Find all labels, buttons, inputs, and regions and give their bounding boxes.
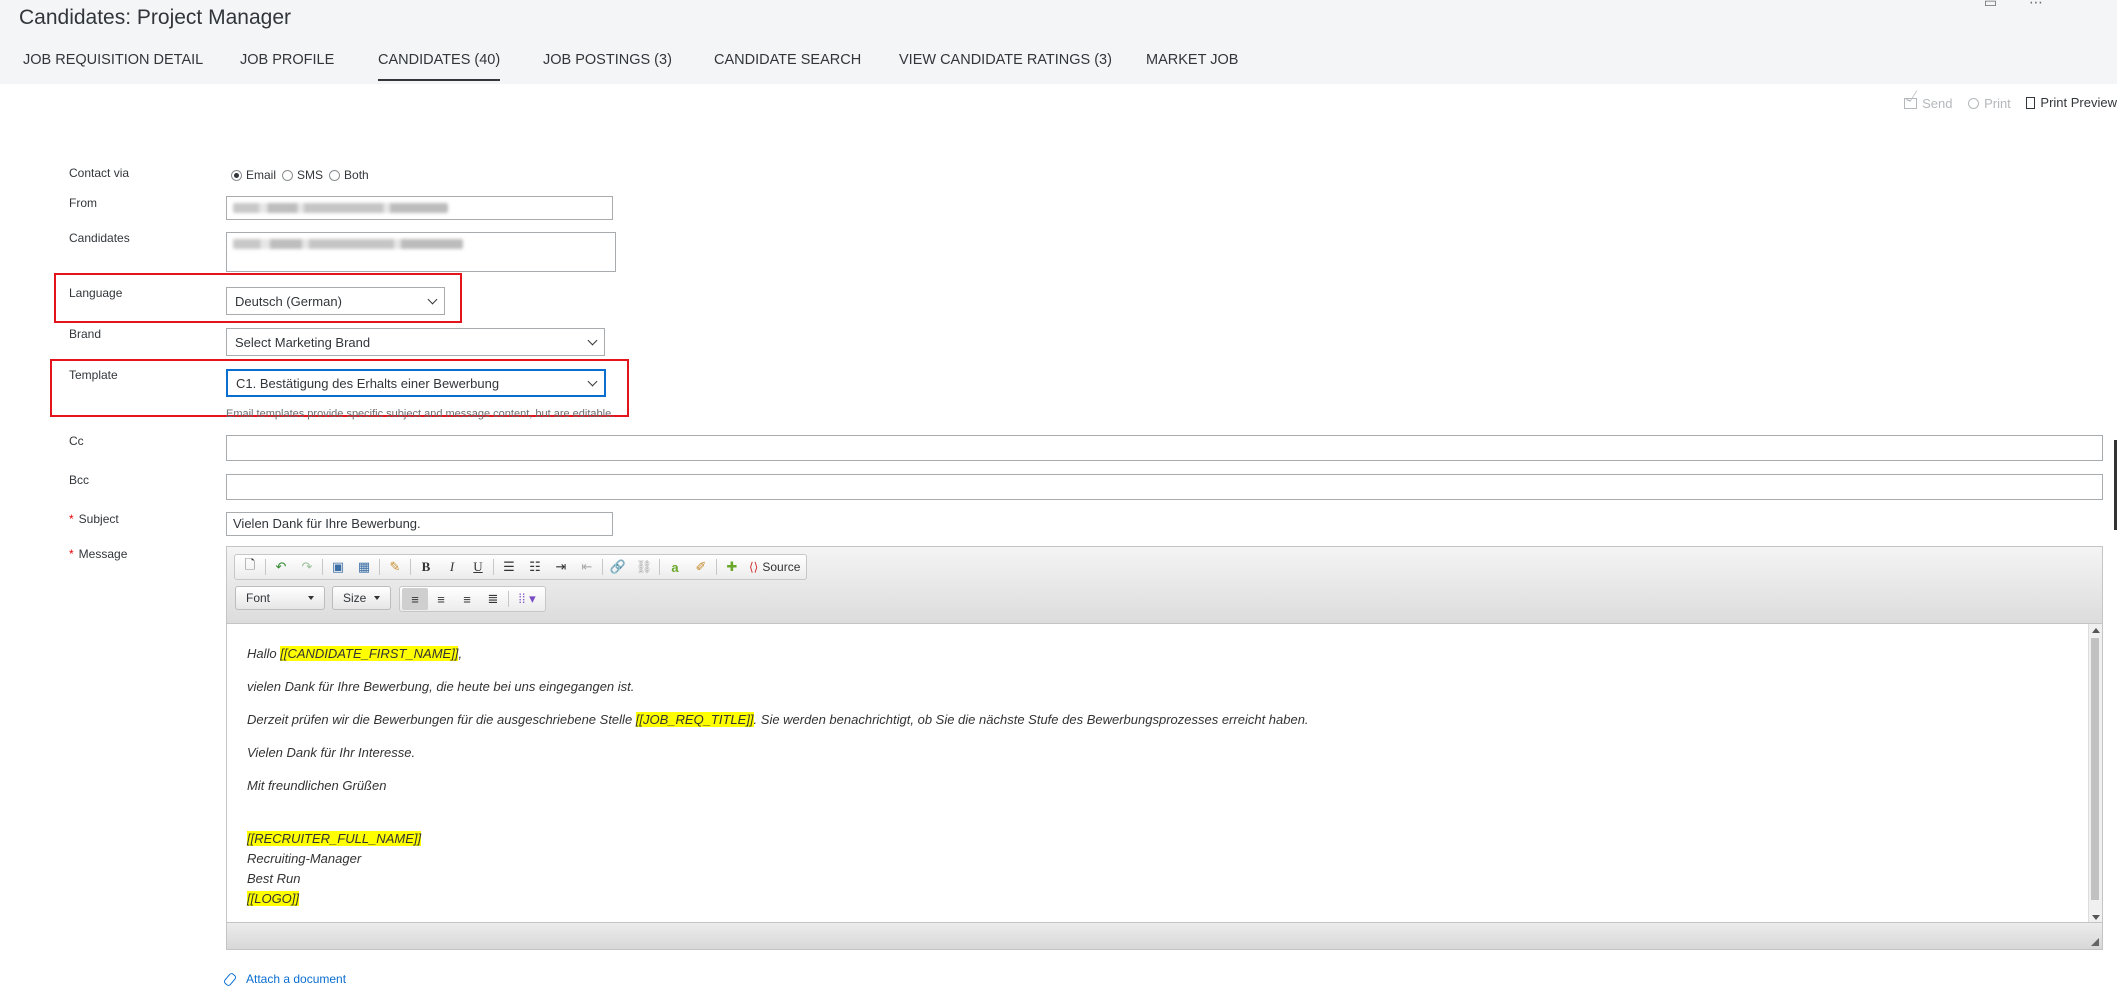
numbered-list-icon[interactable]: ☰ [496, 556, 522, 578]
link-icon[interactable]: 🔗 [605, 556, 631, 578]
radio-sms[interactable] [282, 169, 294, 181]
bulleted-list-icon[interactable]: ☷ [522, 556, 548, 578]
outdent-icon[interactable]: ⇤ [574, 556, 600, 578]
attach-document-link[interactable]: Attach a document [222, 971, 346, 987]
tab-view-candidate-ratings[interactable]: VIEW CANDIDATE RATINGS (3) [899, 52, 1112, 68]
required-marker: * [69, 512, 74, 526]
editor-scrollbar[interactable] [2088, 624, 2102, 924]
body-role: Recruiting-Manager [247, 851, 362, 866]
undo-icon[interactable]: ↶ [268, 556, 294, 578]
cc-label: Cc [69, 434, 84, 448]
print-icon [1968, 97, 1980, 109]
chevron-down-icon [587, 376, 598, 386]
bold-icon[interactable]: B [413, 556, 439, 578]
tab-job-requisition-detail[interactable]: JOB REQUISITION DETAIL [23, 52, 203, 68]
paperclip-icon [222, 971, 238, 987]
brand-label: Brand [69, 327, 102, 341]
header-icons[interactable]: ▭ ⋯ [1984, 0, 2057, 11]
send-button[interactable]: Send [1904, 96, 1952, 111]
source-icon: ⟨⟩ [749, 560, 759, 574]
more-options-icon[interactable]: ⁞⁞ ▾ [511, 588, 543, 610]
candidates-field[interactable] [226, 232, 616, 272]
underline-icon[interactable]: U [465, 556, 491, 578]
editor-toolbar: 🗋 ↶ ↷ ▣ ▦ ✎ B I U ☰ ☷ ⇥ ⇤ 🔗 ⛓ a ✐ ✚ ⟨⟩ S… [227, 547, 2102, 624]
message-label: * Message [69, 547, 128, 561]
align-left-icon[interactable]: ≡ [402, 588, 428, 610]
print-preview-button[interactable]: Print Preview [2026, 95, 2117, 110]
token-candidate-first-name: [[CANDIDATE_FIRST_NAME]] [280, 646, 459, 661]
toolbar-row-2: ≡ ≡ ≡ ≣ ⁞⁞ ▾ [399, 586, 546, 612]
from-field[interactable] [226, 196, 613, 220]
envelope-icon [1904, 97, 1918, 109]
redacted-text [233, 239, 463, 249]
toolbar-row-1: 🗋 ↶ ↷ ▣ ▦ ✎ B I U ☰ ☷ ⇥ ⇤ 🔗 ⛓ a ✐ ✚ ⟨⟩ S… [234, 554, 808, 580]
tab-job-profile[interactable]: JOB PROFILE [240, 52, 334, 68]
body-line-4: Mit freundlichen Grüßen [247, 778, 387, 793]
editor-statusbar [227, 922, 2102, 949]
language-select[interactable]: Deutsch (German) [226, 287, 445, 315]
redo-icon[interactable]: ↷ [294, 556, 320, 578]
scroll-down-icon[interactable] [2092, 915, 2100, 920]
spellcheck-icon[interactable]: ✎ [382, 556, 408, 578]
resize-handle-icon[interactable] [2091, 938, 2099, 946]
token-recruiter-full-name: [[RECRUITER_FULL_NAME]] [247, 831, 422, 846]
print-preview-icon [2026, 96, 2036, 109]
insert-token-icon[interactable]: ✚ [719, 556, 745, 578]
dropdown-arrow-icon [374, 596, 380, 600]
brand-select[interactable]: Select Marketing Brand [226, 328, 605, 356]
from-label: From [69, 196, 97, 210]
print-button[interactable]: Print [1968, 96, 2011, 111]
dropdown-arrow-icon [308, 596, 314, 600]
body-line-2: Derzeit prüfen wir die Bewerbungen für d… [247, 712, 1309, 727]
message-editor: 🗋 ↶ ↷ ▣ ▦ ✎ B I U ☰ ☷ ⇥ ⇤ 🔗 ⛓ a ✐ ✚ ⟨⟩ S… [226, 546, 2103, 950]
token-job-req-title: [[JOB_REQ_TITLE]] [635, 712, 754, 727]
chevron-down-icon [427, 294, 438, 304]
scroll-thumb[interactable] [2091, 638, 2099, 900]
scroll-up-icon[interactable] [2092, 628, 2100, 633]
subject-field[interactable]: Vielen Dank für Ihre Bewerbung. [226, 512, 613, 536]
text-color-icon[interactable]: a [662, 556, 688, 578]
body-line-3: Vielen Dank für Ihr Interesse. [247, 745, 416, 760]
required-marker: * [69, 547, 74, 561]
action-bar: Send Print Print Preview [1892, 95, 2117, 112]
radio-email[interactable] [231, 169, 242, 181]
font-combo[interactable]: Font [235, 586, 325, 610]
source-button[interactable]: ⟨⟩ Source [745, 556, 804, 578]
size-combo[interactable]: Size [332, 586, 391, 610]
italic-icon[interactable]: I [439, 556, 465, 578]
body-line-1: vielen Dank für Ihre Bewerbung, die heut… [247, 679, 635, 694]
cc-field[interactable] [226, 435, 2103, 461]
justify-icon[interactable]: ≣ [480, 588, 506, 610]
new-page-icon[interactable]: 🗋 [237, 556, 263, 578]
contact-via-radio-group: Email SMS Both [231, 168, 375, 182]
unlink-icon[interactable]: ⛓ [631, 556, 657, 578]
subject-label: * Subject [69, 512, 119, 526]
tab-market-job[interactable]: MARKET JOB [1146, 52, 1238, 68]
token-logo: [[LOGO]] [247, 891, 300, 906]
radio-both[interactable] [329, 169, 341, 181]
body-company: Best Run [247, 871, 301, 886]
align-right-icon[interactable]: ≡ [454, 588, 480, 610]
bcc-label: Bcc [69, 473, 90, 487]
table-icon[interactable]: ▦ [351, 556, 377, 578]
indent-icon[interactable]: ⇥ [548, 556, 574, 578]
body-greeting: Hallo [[CANDIDATE_FIRST_NAME]], [247, 646, 463, 661]
candidates-label: Candidates [69, 231, 130, 245]
tab-candidates[interactable]: CANDIDATES (40) [378, 52, 501, 81]
tab-job-postings[interactable]: JOB POSTINGS (3) [543, 52, 672, 68]
tab-candidate-search[interactable]: CANDIDATE SEARCH [714, 52, 861, 68]
contact-via-label: Contact via [69, 166, 130, 180]
chevron-down-icon [587, 335, 598, 345]
page-title: Candidates: Project Manager [19, 6, 291, 29]
message-body[interactable]: Hallo [[CANDIDATE_FIRST_NAME]], vielen D… [227, 624, 2088, 924]
highlight-color-icon[interactable]: ✐ [688, 556, 714, 578]
align-center-icon[interactable]: ≡ [428, 588, 454, 610]
template-select[interactable]: C1. Bestätigung des Erhalts einer Bewerb… [226, 369, 606, 397]
template-hint: Email templates provide specific subject… [226, 408, 615, 420]
bcc-field[interactable] [226, 474, 2103, 500]
image-icon[interactable]: ▣ [325, 556, 351, 578]
redacted-text [233, 203, 448, 213]
page-header: Candidates: Project Manager ▭ ⋯ JOB REQU… [0, 0, 2117, 84]
